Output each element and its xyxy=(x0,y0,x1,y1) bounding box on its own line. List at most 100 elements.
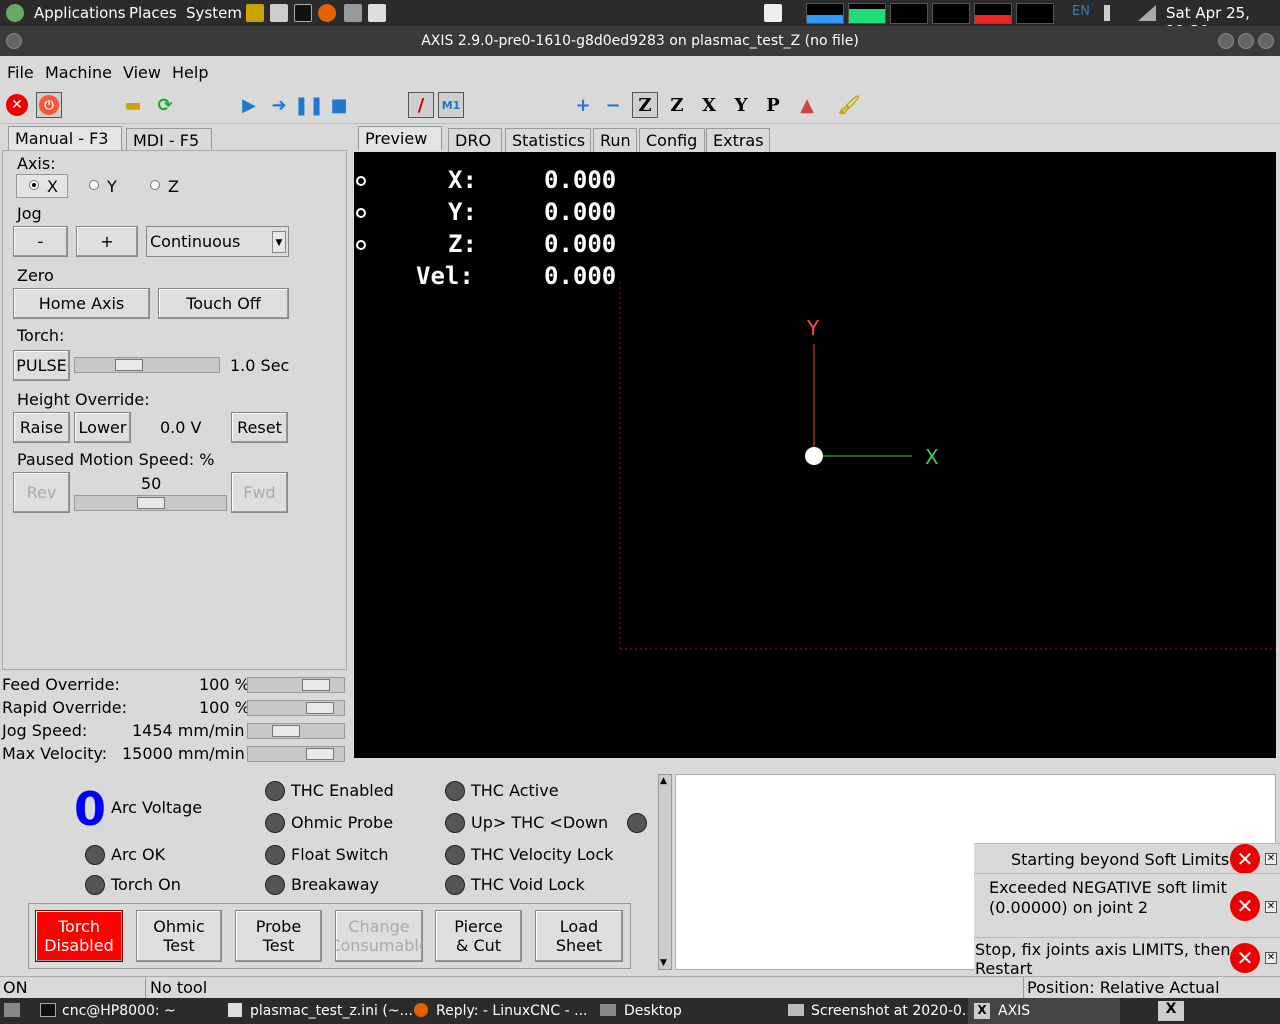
close-icon[interactable]: ✕ xyxy=(1265,952,1277,964)
lower-button[interactable]: Lower xyxy=(74,412,131,443)
tab-config[interactable]: Config xyxy=(639,128,705,152)
system-menu[interactable]: System xyxy=(186,4,242,22)
view-p-icon[interactable]: P xyxy=(760,92,786,118)
axis-z-radio[interactable] xyxy=(150,180,160,190)
window-menu-icon[interactable] xyxy=(6,33,22,49)
view-z-icon[interactable]: Z xyxy=(632,92,658,118)
places-menu[interactable]: Places xyxy=(129,4,177,22)
minimize-icon[interactable] xyxy=(1218,33,1234,49)
window-title-bar[interactable]: AXIS 2.9.0-pre0-1610-g8d0ed9283 on plasm… xyxy=(0,26,1280,56)
paused-speed-slider[interactable] xyxy=(74,495,227,511)
terminal-icon[interactable] xyxy=(294,4,312,22)
menu-machine[interactable]: Machine xyxy=(45,63,112,82)
change-consumable-button[interactable]: ChangeConsumable xyxy=(335,910,423,962)
pierce-cut-button[interactable]: Pierce & Cut xyxy=(435,910,522,962)
launcher-app-icon[interactable] xyxy=(246,4,264,22)
pause-icon[interactable]: ❚❚ xyxy=(294,92,324,118)
slider-handle[interactable] xyxy=(302,679,330,691)
feed-override-slider[interactable] xyxy=(247,677,345,693)
slider-handle[interactable] xyxy=(272,725,300,737)
close-window-icon[interactable] xyxy=(1258,33,1274,49)
axis-x-selector[interactable] xyxy=(16,174,68,198)
zoom-in-icon[interactable]: + xyxy=(570,92,596,118)
reload-icon[interactable]: ⟳ xyxy=(152,92,178,118)
tab-dro[interactable]: DRO xyxy=(448,128,502,152)
rotate-icon[interactable]: ▲ xyxy=(794,92,820,118)
zoom-out-icon[interactable]: − xyxy=(600,92,626,118)
view-rotated-z-icon[interactable]: Z xyxy=(664,92,690,118)
calculator-icon[interactable] xyxy=(368,4,386,22)
step-icon[interactable]: ➜ xyxy=(266,92,292,118)
network-signal-icon[interactable] xyxy=(1138,5,1156,21)
tab-manual[interactable]: Manual - F3 xyxy=(8,126,122,150)
show-desktop-icon[interactable] xyxy=(4,1003,20,1017)
jog-plus-button[interactable]: + xyxy=(76,226,138,257)
view-x-icon[interactable]: X xyxy=(696,92,722,118)
slider-handle[interactable] xyxy=(137,497,165,509)
scroll-up-icon[interactable]: ▲ xyxy=(660,776,667,786)
view-y-icon[interactable]: Y xyxy=(728,92,754,118)
tab-mdi[interactable]: MDI - F5 xyxy=(126,128,212,152)
applications-menu[interactable]: Applications xyxy=(34,4,126,22)
menu-help[interactable]: Help xyxy=(172,63,208,82)
taskbar-item-editor[interactable]: plasmac_test_z.ini (~... xyxy=(250,1003,413,1019)
probe-test-button[interactable]: Probe Test xyxy=(235,910,322,962)
maximize-icon[interactable] xyxy=(1238,33,1254,49)
stop-icon[interactable]: ■ xyxy=(326,92,352,118)
chevron-down-icon[interactable]: ▼ xyxy=(272,231,286,253)
tab-preview[interactable]: Preview xyxy=(358,126,442,150)
slider-handle[interactable] xyxy=(306,748,334,760)
optional-stop-icon[interactable]: M1 xyxy=(438,92,464,118)
slider-handle[interactable] xyxy=(306,702,334,714)
firefox-icon[interactable] xyxy=(318,4,336,22)
ohmic-test-button[interactable]: Ohmic Test xyxy=(136,910,222,962)
clear-plot-icon[interactable]: 🖌 xyxy=(836,92,862,118)
taskbar-item-axis[interactable]: AXIS xyxy=(998,1003,1030,1019)
height-reset-button[interactable]: Reset xyxy=(231,412,288,443)
fwd-button[interactable]: Fwd xyxy=(231,472,288,513)
screenshot-icon[interactable] xyxy=(344,4,362,22)
taskbar-item-desktop[interactable]: Desktop xyxy=(624,1003,682,1019)
menu-file[interactable]: File xyxy=(7,63,34,82)
jog-minus-button[interactable]: - xyxy=(13,226,68,257)
jog-mode-select[interactable]: Continuous ▼ xyxy=(146,226,289,257)
jog-speed-slider[interactable] xyxy=(247,723,345,739)
keyboard-layout[interactable]: EN xyxy=(1072,4,1090,19)
close-icon[interactable]: ✕ xyxy=(1265,901,1277,913)
tab-statistics[interactable]: Statistics xyxy=(505,128,591,152)
load-sheet-button[interactable]: Load Sheet xyxy=(535,910,623,962)
launcher-files-icon[interactable] xyxy=(270,4,288,22)
tab-run[interactable]: Run xyxy=(593,128,637,152)
block-delete-icon[interactable]: / xyxy=(408,92,434,118)
power-icon[interactable]: ⏻ xyxy=(36,92,62,118)
distro-logo-icon[interactable] xyxy=(6,4,24,22)
menu-view[interactable]: View xyxy=(123,63,161,82)
open-icon[interactable]: ▬ xyxy=(120,92,146,118)
tray-usb-icon[interactable] xyxy=(764,4,782,22)
taskbar-item-screenshot[interactable]: Screenshot at 2020-0... xyxy=(811,1003,975,1019)
tab-extras[interactable]: Extras xyxy=(706,128,770,152)
taskbar-item-axis-bg[interactable] xyxy=(968,998,1120,1024)
rev-button[interactable]: Rev xyxy=(13,472,70,513)
close-icon[interactable]: ✕ xyxy=(1265,853,1277,865)
estop-icon[interactable]: ✕ xyxy=(4,92,30,118)
max-velocity-slider[interactable] xyxy=(247,746,345,762)
home-axis-button[interactable]: Home Axis xyxy=(13,288,150,319)
preview-canvas[interactable]: Y X X: 0.000 Y: 0.000 Z: 0.000 Vel: 0.00… xyxy=(354,152,1276,758)
scroll-down-icon[interactable]: ▼ xyxy=(660,958,667,968)
raise-button[interactable]: Raise xyxy=(13,412,70,443)
pulse-button[interactable]: PULSE xyxy=(13,350,70,381)
rapid-override-slider[interactable] xyxy=(247,700,345,716)
axis-x-radio[interactable] xyxy=(29,180,39,190)
vertical-scrollbar[interactable]: ▲ ▼ xyxy=(658,774,672,970)
pulse-time-slider[interactable] xyxy=(74,357,220,373)
run-icon[interactable]: ▶ xyxy=(236,92,262,118)
taskbar-item-terminal[interactable]: cnc@HP8000: ~ xyxy=(62,1003,176,1019)
torch-disabled-button[interactable]: Torch Disabled xyxy=(35,910,123,962)
slider-handle[interactable] xyxy=(115,359,143,371)
volume-icon[interactable] xyxy=(1104,5,1124,21)
taskbar-item-firefox[interactable]: Reply: - LinuxCNC - ... xyxy=(436,1003,587,1019)
x-app-tray-icon[interactable]: X xyxy=(1158,1001,1184,1021)
axis-y-radio[interactable] xyxy=(89,180,99,190)
touch-off-button[interactable]: Touch Off xyxy=(158,288,289,319)
